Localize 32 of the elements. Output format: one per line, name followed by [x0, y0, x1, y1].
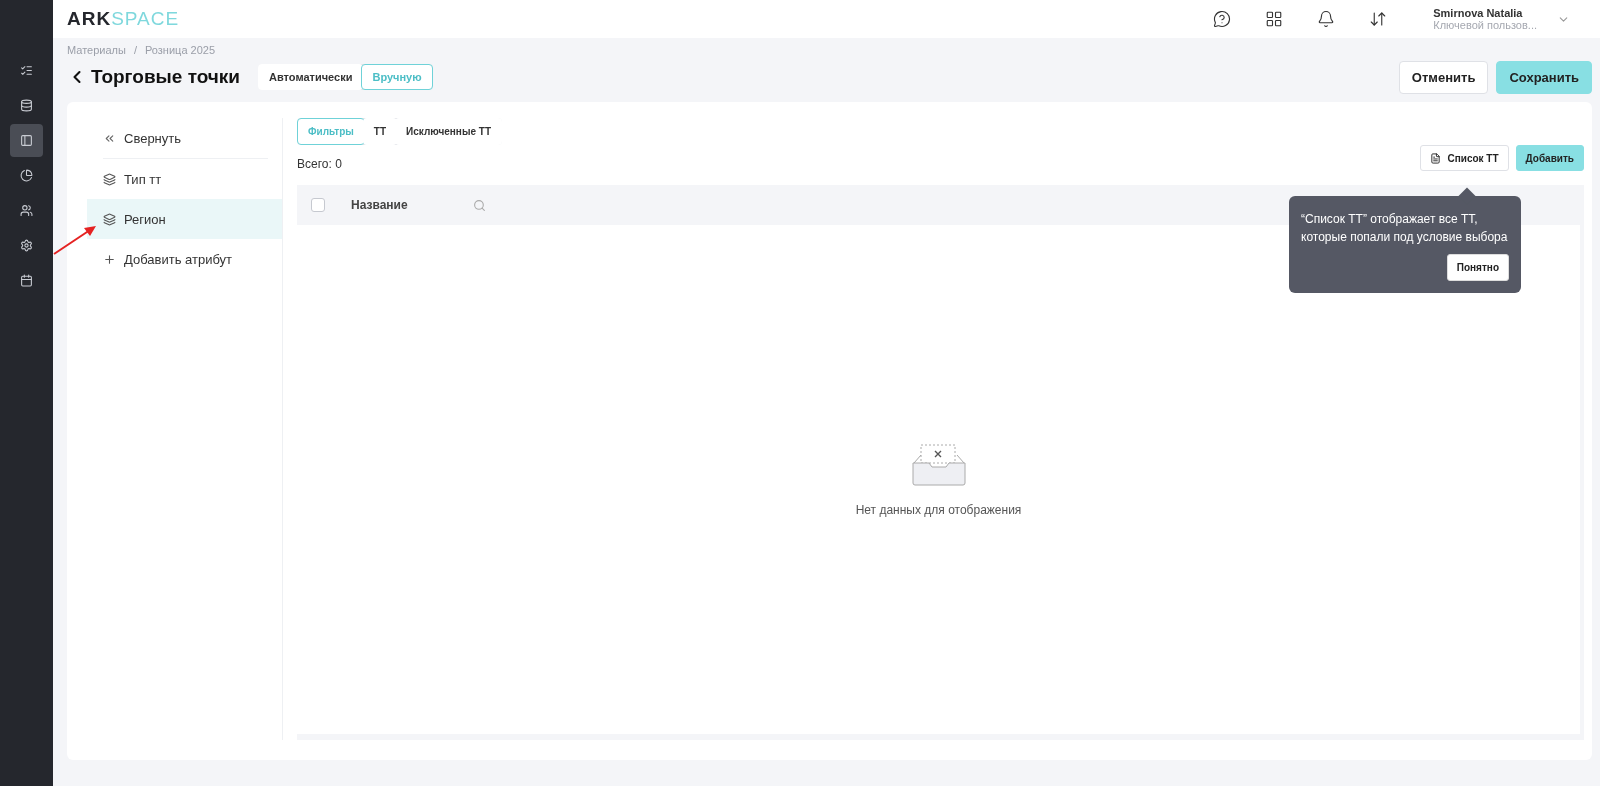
plus-icon — [103, 252, 116, 266]
help-icon[interactable] — [1213, 10, 1232, 28]
layers-icon — [103, 172, 116, 186]
attribute-item[interactable]: Добавить атрибут — [87, 239, 282, 279]
total-count: Всего: 0 — [297, 157, 342, 171]
user-name: Smirnova Natalia — [1433, 7, 1524, 19]
tab[interactable]: ТТ — [362, 118, 398, 145]
tooltip-text: “Список ТТ” отображает все ТТ, которые попали под условие выбора — [1301, 211, 1509, 246]
tab[interactable]: Исключенные ТТ — [395, 118, 502, 145]
cancel-button[interactable]: Отменить — [1398, 60, 1489, 94]
apps-icon[interactable] — [1265, 10, 1284, 28]
breadcrumb-separator: / — [133, 44, 137, 56]
attribute-item[interactable]: Тип тт — [87, 159, 282, 199]
mode-option[interactable]: Автоматически — [258, 64, 364, 90]
collapse-button[interactable]: Свернуть — [87, 118, 282, 158]
nav-panel-icon[interactable] — [10, 124, 43, 157]
logo: ARKSPACE — [67, 8, 180, 30]
exchange-icon[interactable] — [1369, 10, 1388, 28]
empty-message: Нет данных для отображения — [855, 502, 1022, 517]
got-it-button[interactable]: Понятно — [1446, 254, 1509, 281]
select-all-checkbox[interactable] — [311, 198, 325, 212]
layers-icon — [103, 212, 116, 226]
bell-icon[interactable] — [1317, 10, 1336, 28]
empty-tray-icon — [910, 442, 967, 487]
user-role: Ключевой пользов... — [1433, 19, 1537, 31]
page-title: Торговые точки — [91, 66, 241, 88]
document-icon — [1430, 152, 1442, 164]
attribute-item[interactable]: Регион — [87, 199, 282, 239]
save-button[interactable]: Сохранить — [1496, 60, 1592, 94]
list-button[interactable]: Список ТТ — [1420, 145, 1509, 171]
add-button[interactable]: Добавить — [1515, 145, 1584, 171]
column-header: Название — [351, 198, 409, 212]
